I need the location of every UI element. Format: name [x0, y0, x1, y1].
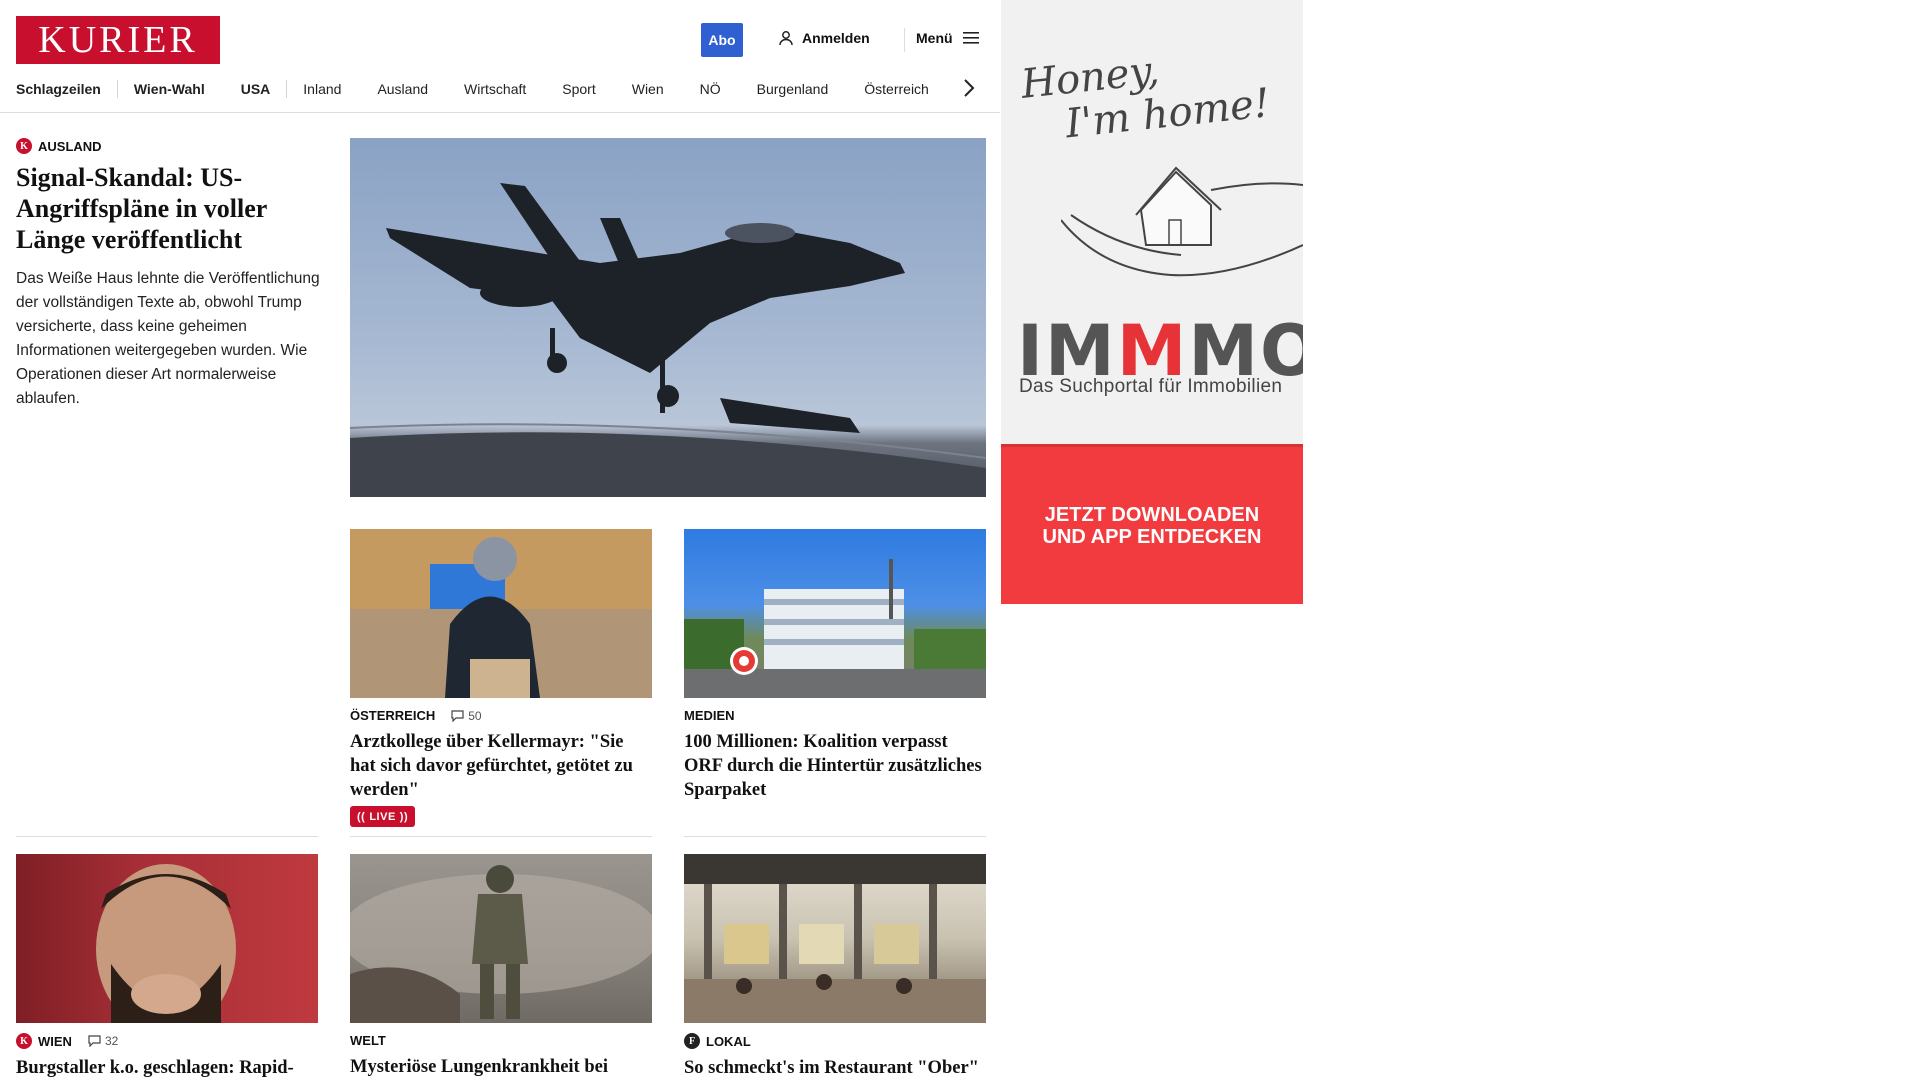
- article-title[interactable]: Arztkollege über Kellermayr: "Sie hat si…: [350, 730, 652, 802]
- article-kicker: MEDIEN: [684, 708, 986, 723]
- nav-separator: [286, 80, 288, 98]
- header-divider: [904, 28, 905, 52]
- nav-item-schlagzeilen[interactable]: Schlagzeilen: [16, 81, 101, 97]
- lead-story[interactable]: K AUSLAND Signal-Skandal: US-Angriffsplä…: [16, 138, 320, 411]
- article-kicker: K WIEN 32: [16, 1033, 318, 1049]
- nav-separator: [116, 80, 118, 98]
- kurier-plus-icon: K: [16, 138, 32, 154]
- soldier-illustration: [350, 865, 652, 1023]
- article-kicker-label: WIEN: [38, 1033, 72, 1049]
- user-icon: [779, 31, 793, 46]
- live-signal-icon: )): [399, 810, 409, 823]
- menu-button[interactable]: Menü: [916, 30, 981, 46]
- login-label: Anmelden: [802, 30, 870, 46]
- article-image-courtroom[interactable]: [350, 529, 652, 698]
- article-card-soldiers[interactable]: WELT Mysteriöse Lungenkrankheit bei russ…: [350, 854, 652, 1080]
- freizeit-icon: f: [684, 1033, 700, 1049]
- nav-item-wien-wahl[interactable]: Wien-Wahl: [134, 81, 205, 97]
- comment-count-value: 50: [468, 708, 482, 723]
- comment-count[interactable]: 32: [88, 1034, 118, 1048]
- page: KURIER Abo Anmelden Menü Schlagzeilen Wi…: [0, 0, 1920, 1080]
- live-badge: (( LIVE )): [350, 806, 416, 827]
- nav-item-inland[interactable]: Inland: [303, 81, 341, 97]
- lead-kicker-label: AUSLAND: [38, 138, 102, 154]
- article-card-restaurant[interactable]: f LOKAL So schmeckt's im Restaurant "Obe…: [684, 854, 986, 1080]
- article-card-burgstaller[interactable]: K WIEN 32 Burgstaller k.o. geschlagen: R…: [16, 854, 318, 1080]
- row-divider: [16, 836, 318, 837]
- header-divider-line: [0, 112, 1000, 113]
- restaurant-illustration: [684, 854, 986, 1023]
- lead-image-fighter-jet[interactable]: [350, 138, 986, 497]
- article-kicker: ÖSTERREICH 50: [350, 708, 652, 723]
- immmo-advertisement[interactable]: Honey, I'm home! IMMMO Das Suchportal fü…: [1001, 0, 1303, 604]
- chevron-right-icon: [964, 79, 975, 97]
- article-image-soldier[interactable]: [350, 854, 652, 1023]
- article-kicker: f LOKAL: [684, 1033, 986, 1049]
- nav-next-button[interactable]: [962, 78, 976, 104]
- nav-item-wirtschaft[interactable]: Wirtschaft: [464, 81, 526, 97]
- article-title[interactable]: So schmeckt's im Restaurant "Ober" im 7.…: [684, 1056, 986, 1080]
- nav-item-burgenland[interactable]: Burgenland: [757, 81, 829, 97]
- article-kicker-label: MEDIEN: [684, 708, 735, 723]
- nav-item-usa[interactable]: USA: [241, 81, 271, 97]
- ad-tagline: Das Suchportal für Immobilien: [1019, 376, 1283, 397]
- lead-title[interactable]: Signal-Skandal: US-Angriffspläne in voll…: [16, 162, 320, 255]
- article-card-orf[interactable]: MEDIEN 100 Millionen: Koalition verpasst…: [684, 529, 986, 802]
- lead-teaser: Das Weiße Haus lehnte die Veröffentlichu…: [16, 270, 320, 407]
- ad-download-button[interactable]: JETZT DOWNLOADEN UND APP ENTDECKEN: [1001, 444, 1303, 604]
- article-kicker: WELT: [350, 1033, 652, 1048]
- house-in-hand-icon: [1061, 166, 1303, 277]
- live-badge-label: LIVE: [369, 810, 396, 823]
- comment-icon: [451, 709, 464, 722]
- row-divider: [350, 836, 652, 837]
- article-kicker-label: WELT: [350, 1033, 386, 1048]
- ad-visual[interactable]: Honey, I'm home! IMMMO Das Suchportal fü…: [1001, 0, 1303, 444]
- article-image-footballer[interactable]: [16, 854, 318, 1023]
- ad-script-text: Honey, I'm home!: [1019, 37, 1272, 150]
- kurier-plus-icon: K: [16, 1033, 32, 1049]
- row-divider: [684, 836, 986, 837]
- nav-item-oesterreich[interactable]: Österreich: [864, 81, 929, 97]
- article-title[interactable]: Burgstaller k.o. geschlagen: Rapid-Stürm…: [16, 1056, 318, 1080]
- lead-kicker: K AUSLAND: [16, 138, 320, 154]
- article-title[interactable]: 100 Millionen: Koalition verpasst ORF du…: [684, 730, 986, 802]
- nav-item-sport[interactable]: Sport: [562, 81, 595, 97]
- main-column: KURIER Abo Anmelden Menü Schlagzeilen Wi…: [0, 0, 1000, 1080]
- nav-item-noe[interactable]: NÖ: [700, 81, 721, 97]
- fighter-jet-illustration: [350, 183, 986, 497]
- footballer-illustration: [96, 864, 236, 1023]
- hamburger-icon: [962, 32, 979, 44]
- article-title[interactable]: Mysteriöse Lungenkrankheit bei russische…: [350, 1055, 652, 1080]
- article-card-kellermayr[interactable]: ÖSTERREICH 50 Arztkollege über Kellermay…: [350, 529, 652, 827]
- section-nav: Schlagzeilen Wien-Wahl USA Inland Auslan…: [16, 76, 929, 102]
- article-image-orf-building[interactable]: [684, 529, 986, 698]
- menu-label: Menü: [916, 30, 953, 46]
- article-image-restaurant[interactable]: [684, 854, 986, 1023]
- kurier-logo[interactable]: KURIER: [16, 16, 220, 64]
- comment-count-value: 32: [104, 1034, 119, 1048]
- nav-item-wien[interactable]: Wien: [632, 81, 664, 97]
- nav-item-ausland[interactable]: Ausland: [377, 81, 428, 97]
- article-kicker-label: ÖSTERREICH: [350, 708, 436, 723]
- login-button[interactable]: Anmelden: [778, 30, 870, 46]
- abo-button[interactable]: Abo: [701, 23, 743, 57]
- courtroom-illustration: [350, 529, 652, 698]
- article-kicker-label: LOKAL: [706, 1033, 751, 1049]
- comment-count[interactable]: 50: [451, 708, 482, 723]
- orf-building-illustration: [684, 559, 986, 698]
- live-signal-icon: ((: [357, 810, 366, 823]
- comment-icon: [88, 1035, 101, 1047]
